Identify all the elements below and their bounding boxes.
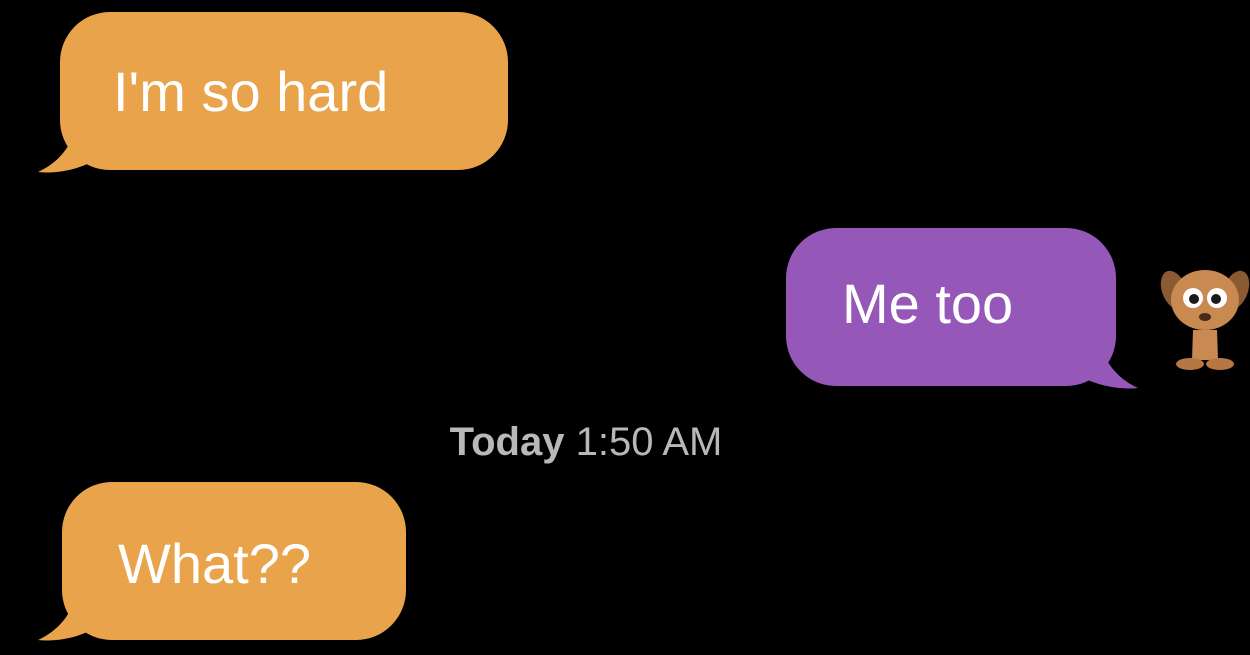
- outgoing-message-bubble[interactable]: Me too: [786, 228, 1116, 386]
- message-timestamp: Today 1:50 AM: [0, 420, 1172, 465]
- incoming-message-bubble[interactable]: What??: [62, 482, 406, 640]
- message-text: Me too: [842, 272, 1014, 335]
- message-text: I'm so hard: [113, 60, 389, 123]
- incoming-message-bubble[interactable]: I'm so hard: [60, 12, 508, 170]
- puppy-icon: [1160, 270, 1250, 370]
- timestamp-day: Today: [449, 420, 565, 464]
- message-thread: I'm so hard Me too Today 1:50 AM What??: [0, 0, 1250, 655]
- message-text: What??: [118, 532, 311, 595]
- timestamp-time: 1:50 AM: [575, 420, 723, 464]
